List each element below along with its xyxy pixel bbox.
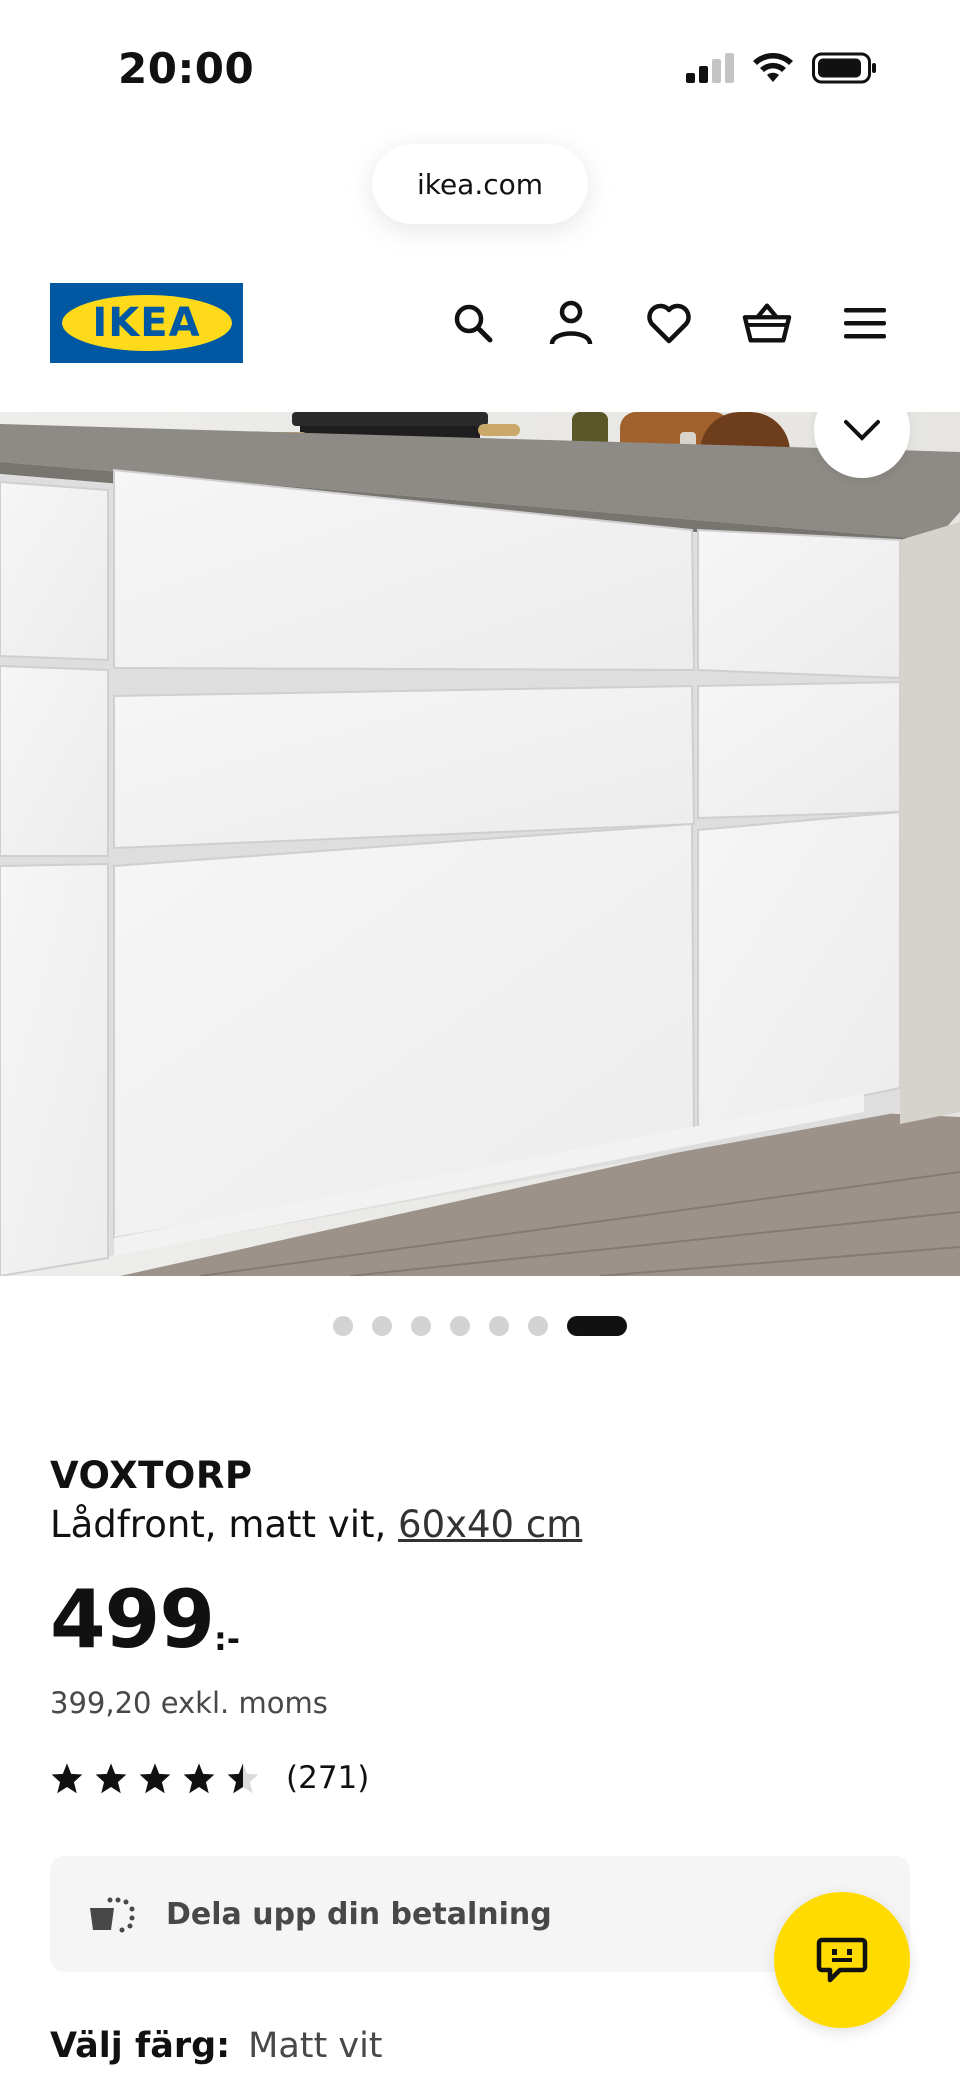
url-text: ikea.com [416, 167, 544, 201]
carousel-dot-active[interactable] [567, 1316, 627, 1336]
carousel-indicator [0, 1316, 960, 1336]
carousel-dot[interactable] [411, 1316, 431, 1336]
split-payment-label: Dela upp din betalning [166, 1896, 552, 1932]
chat-icon [816, 1937, 868, 1983]
rating-count: (271) [286, 1760, 370, 1796]
status-time: 20:00 [118, 44, 255, 93]
product-image[interactable] [0, 412, 960, 1276]
payment-split-icon [90, 1897, 135, 1933]
site-header: IKEA [0, 270, 960, 380]
rating[interactable]: (271) [50, 1760, 910, 1796]
logo-oval: IKEA [61, 295, 232, 351]
product-size-link[interactable]: 60x40 cm [398, 1503, 582, 1546]
kitchen-drawers-image [0, 412, 960, 1276]
chat-button[interactable] [774, 1892, 910, 2028]
star-icon [95, 1763, 127, 1794]
color-selector[interactable]: Välj färg: Matt vit [50, 2026, 383, 2066]
carousel-dot[interactable] [450, 1316, 470, 1336]
status-bar: 20:00 [0, 0, 960, 140]
user-icon [549, 300, 593, 345]
price-excl-vat: 399,20 exkl. moms [50, 1686, 328, 1720]
color-value: Matt vit [248, 2026, 383, 2066]
logo-text: IKEA [92, 300, 201, 346]
heart-icon [647, 303, 691, 344]
basket-icon [742, 303, 792, 343]
product-type: Lådfront, matt vit, [50, 1503, 387, 1546]
cart-button[interactable] [742, 298, 792, 348]
carousel-dot[interactable] [489, 1316, 509, 1336]
signal-icon [686, 53, 734, 83]
star-half-icon [227, 1763, 259, 1794]
menu-button[interactable] [840, 298, 890, 348]
star-icon [183, 1763, 215, 1794]
product-info: VOXTORP Lådfront, matt vit, 60x40 cm 499… [50, 1454, 910, 1796]
hamburger-icon [844, 308, 886, 339]
star-rating [50, 1762, 260, 1794]
price-value: 499 [50, 1573, 215, 1666]
favorites-button[interactable] [644, 298, 694, 348]
search-button[interactable] [448, 298, 498, 348]
search-icon [454, 304, 493, 343]
product-description: Lådfront, matt vit, 60x40 cm [50, 1503, 910, 1546]
price: 499 :- [50, 1580, 910, 1660]
carousel-dot[interactable] [333, 1316, 353, 1336]
product-name: VOXTORP [50, 1454, 253, 1497]
address-bar[interactable]: ikea.com [372, 144, 588, 224]
carousel-dot[interactable] [528, 1316, 548, 1336]
star-icon [139, 1763, 171, 1794]
carousel-dot[interactable] [372, 1316, 392, 1336]
battery-icon [812, 52, 876, 84]
account-button[interactable] [546, 298, 596, 348]
wifi-icon [753, 53, 793, 82]
price-suffix: :- [214, 1620, 241, 1658]
chevron-down-icon [844, 420, 880, 441]
status-icons [686, 52, 878, 84]
color-label: Välj färg: [50, 2026, 231, 2066]
header-nav [448, 298, 890, 348]
ikea-logo[interactable]: IKEA [50, 283, 243, 363]
star-icon [51, 1763, 83, 1794]
